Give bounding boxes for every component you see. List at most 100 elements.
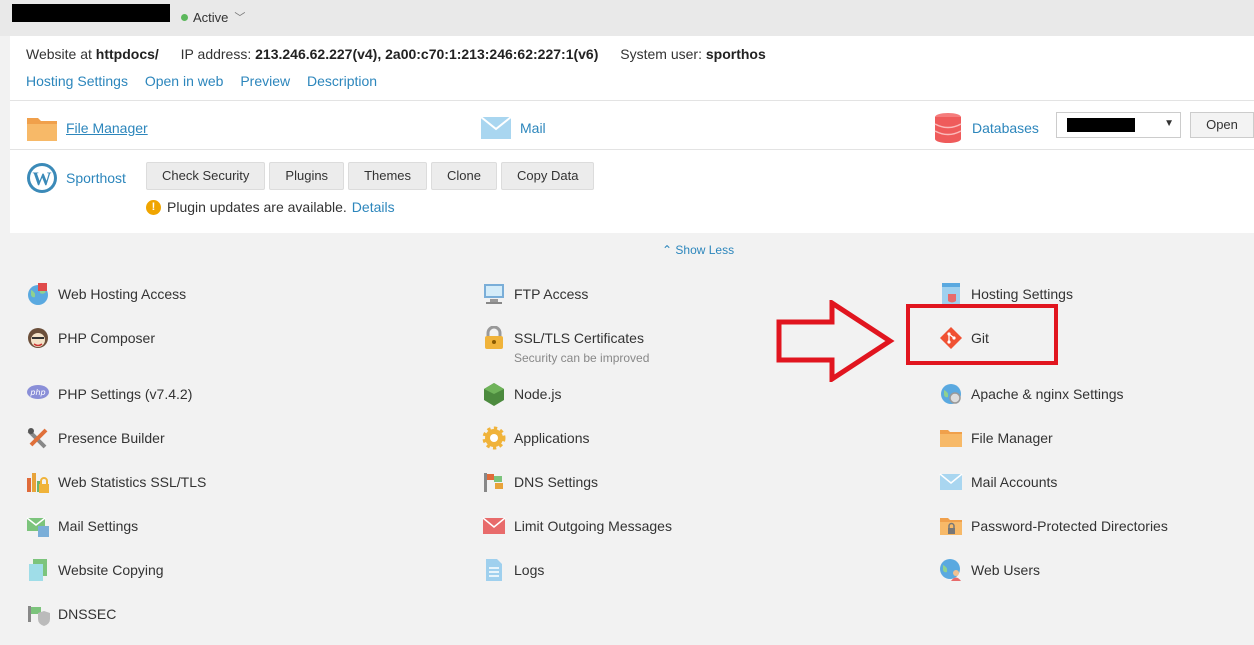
tool-web-hosting-access[interactable]: Web Hosting Access [26,282,186,306]
show-less-toggle[interactable]: ⌃ Show Less [662,243,734,257]
builder-tools-icon [27,428,48,449]
plugin-update-notice: ! Plugin updates are available. Details [146,199,395,215]
tool-label: Hosting Settings [971,286,1073,302]
file-manager-link[interactable]: File Manager [66,120,148,136]
tool-logs[interactable]: Logs [482,558,544,582]
tool-sublabel: Security can be improved [514,351,650,365]
tool-label: PHP Composer [58,330,156,346]
tool-limit-outgoing-messages[interactable]: Limit Outgoing Messages [482,514,672,538]
tool-label: FTP Access [514,286,589,302]
lock-icon [485,326,503,349]
tool-label: Apache & nginx Settings [971,386,1124,402]
mail-link[interactable]: Mail [520,120,546,136]
preview-link[interactable]: Preview [240,73,290,89]
svg-text:W: W [33,169,52,190]
tool-label: Mail Settings [58,518,139,534]
tool-php-settings[interactable]: php PHP Settings (v7.4.2) [26,382,192,406]
tool-label: Mail Accounts [971,474,1058,490]
tool-dnssec[interactable]: DNSSEC [26,602,116,626]
ftp-icon [484,284,504,304]
ip-value: 213.246.62.227(v4), 2a00:c70:1:213:246:6… [255,46,599,62]
tool-ssl-certificates[interactable]: SSL/TLS Certificates Security can be imp… [482,326,649,367]
tool-php-composer[interactable]: PHP Composer [26,326,155,350]
hosting-settings-link[interactable]: Hosting Settings [26,73,128,89]
site-links: Hosting Settings Open in web Preview Des… [26,73,390,89]
system-user-label: System user: [620,46,702,62]
tool-label: Limit Outgoing Messages [514,518,672,534]
tool-presence-builder[interactable]: Presence Builder [26,426,165,450]
dns-icon [484,473,503,492]
tool-password-protected-directories[interactable]: Password-Protected Directories [939,514,1168,538]
composer-icon [28,328,48,348]
file-manager-tool[interactable]: File Manager [26,108,148,148]
databases-link[interactable]: Databases [972,120,1039,136]
hosting-settings-icon [942,283,960,305]
database-select[interactable]: ▼ [1056,112,1181,138]
folder-icon [27,118,57,141]
databases-tool[interactable]: Databases [934,108,1039,148]
show-less-label: Show Less [675,243,735,257]
plesk-domain-panel: Active ﹀ Website at httpdocs/ IP address… [0,0,1254,645]
tool-web-users[interactable]: Web Users [939,558,1040,582]
tool-web-statistics[interactable]: Web Statistics SSL/TLS [26,470,206,494]
tool-label: Website Copying [58,562,164,578]
annotation-arrow-icon [776,300,895,382]
svg-text:php: php [29,388,45,397]
tool-dns-settings[interactable]: DNS Settings [482,470,598,494]
open-database-button[interactable]: Open [1190,112,1254,138]
divider [10,149,1254,150]
plugins-button[interactable]: Plugins [269,162,345,190]
tool-label: Web Hosting Access [58,286,187,302]
dnssec-icon [28,606,50,626]
stats-lock-icon [27,473,49,493]
tool-ftp-access[interactable]: FTP Access [482,282,588,306]
php-icon: php [27,385,49,399]
site-info-line: Website at httpdocs/ IP address: 213.246… [26,46,766,62]
apache-icon [941,384,961,404]
wordpress-site: W Sporthost [26,162,126,194]
gear-icon [482,426,506,450]
clone-button[interactable]: Clone [431,162,497,190]
tool-hosting-settings[interactable]: Hosting Settings [939,282,1073,306]
mail-icon [939,473,963,490]
tool-label: Presence Builder [58,430,165,446]
check-security-button[interactable]: Check Security [146,162,266,190]
warning-icon: ! [146,199,161,215]
tool-file-manager[interactable]: File Manager [939,426,1053,450]
domain-card: Website at httpdocs/ IP address: 213.246… [10,36,1254,233]
nodejs-icon [484,383,504,406]
tool-apache-nginx-settings[interactable]: Apache & nginx Settings [939,382,1124,406]
divider [10,100,1254,101]
copy-data-button[interactable]: Copy Data [501,162,595,190]
details-link[interactable]: Details [352,199,395,215]
tool-applications[interactable]: Applications [482,426,590,450]
tool-label: Web Users [971,562,1040,578]
website-at-label: Website at [26,46,92,62]
status-label: Active [193,9,229,25]
copy-icon [29,559,47,581]
tool-website-copying[interactable]: Website Copying [26,558,164,582]
redacted-domain-name [12,4,170,22]
open-in-web-link[interactable]: Open in web [145,73,224,89]
dropdown-arrow-icon: ▼ [1164,118,1174,129]
chevron-up-icon: ⌃ [662,243,676,257]
status-dot-icon [181,13,188,21]
themes-button[interactable]: Themes [348,162,428,190]
mail-icon [480,116,512,139]
tool-mail-settings[interactable]: Mail Settings [26,514,138,538]
website-path-link[interactable]: httpdocs/ [96,46,159,62]
tool-label: Password-Protected Directories [971,518,1168,534]
tool-label: Logs [514,562,545,578]
tool-label: File Manager [971,430,1053,446]
wordpress-site-link[interactable]: Sporthost [66,170,126,186]
annotation-highlight-box [906,304,1058,365]
wordpress-icon: W [27,163,57,193]
status-dropdown[interactable]: Active ﹀ [181,9,245,25]
tool-nodejs[interactable]: Node.js [482,382,561,406]
description-link[interactable]: Description [307,73,377,89]
tool-label: Web Statistics SSL/TLS [58,474,207,490]
mail-tool[interactable]: Mail [480,108,546,148]
mail-limit-icon [482,517,506,534]
tool-mail-accounts[interactable]: Mail Accounts [939,470,1057,494]
globe-icon [28,283,48,305]
